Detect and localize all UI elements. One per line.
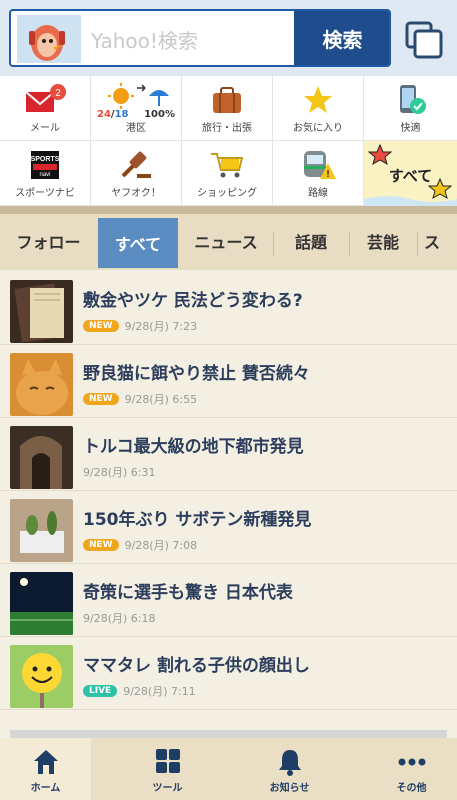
mail-icon: 2 xyxy=(25,84,66,112)
news-thumbnail xyxy=(10,280,73,343)
yahoo-mascot-icon xyxy=(17,15,81,63)
nav-label: その他 xyxy=(396,783,427,794)
news-thumbnail xyxy=(10,572,73,635)
phone-check-icon xyxy=(399,85,426,114)
news-title: ママタレ 割れる子供の顔出し xyxy=(83,656,310,676)
news-thumbnail xyxy=(10,426,73,489)
tool-comfort[interactable]: 快適 xyxy=(364,76,457,141)
grid-icon xyxy=(155,749,180,773)
tool-all-label: すべて xyxy=(388,167,433,185)
weather-icon xyxy=(108,83,169,109)
news-time: 9/28(月) 7:08 xyxy=(124,539,198,552)
tool-shopping[interactable]: ショッピング xyxy=(182,141,273,206)
news-title: 奇策に選手も驚き 日本代表 xyxy=(83,583,293,603)
news-thumbnail xyxy=(10,499,73,562)
tabs-window-icon[interactable] xyxy=(404,20,444,60)
tool-label: 快適 xyxy=(400,123,421,134)
news-title: 敷金やツケ 民法どう変わる? xyxy=(83,291,303,311)
tool-label: スポーツナビ xyxy=(15,188,75,199)
svg-text:!: ! xyxy=(326,169,329,180)
search-box[interactable]: Yahoo!検索 検索 xyxy=(9,9,391,67)
tool-label: お気に入り xyxy=(293,123,343,134)
news-item[interactable]: ママタレ 割れる子供の顔出し LIVE 9/28(月) 7:11 xyxy=(0,637,457,710)
nav-more[interactable]: その他 xyxy=(366,738,457,800)
bottom-nav: ホーム ツール お知らせ その他 xyxy=(0,738,457,800)
nav-label: ツール xyxy=(152,783,183,794)
new-badge: NEW xyxy=(83,539,119,551)
nav-notifications[interactable]: お知らせ xyxy=(244,738,335,800)
news-time: 9/28(月) 6:31 xyxy=(83,466,156,479)
search-input[interactable]: Yahoo!検索 xyxy=(91,25,198,54)
more-icon xyxy=(398,758,425,766)
news-time: 9/28(月) 6:55 xyxy=(124,393,198,406)
tab-sports[interactable]: ス xyxy=(418,220,457,262)
news-list: 敷金やツケ 民法どう変わる? NEW 9/28(月) 7:23 野良猫に餌やり禁… xyxy=(0,272,457,710)
nav-label: ホーム xyxy=(30,783,61,794)
tool-grid: 2 メール 24/18 100% 港区 旅行・出張 お気に入り 快適 SPORT… xyxy=(0,76,457,206)
tab-follow[interactable]: フォロー xyxy=(0,220,97,262)
tool-label: ヤフオク！ xyxy=(111,188,161,199)
news-time: 9/28(月) 7:23 xyxy=(124,320,198,333)
tool-label: 路線 xyxy=(308,188,328,199)
news-thumbnail xyxy=(10,353,73,416)
news-title: 150年ぶり サボテン新種発見 xyxy=(83,510,312,530)
live-badge: LIVE xyxy=(83,685,118,697)
suitcase-icon xyxy=(213,87,241,113)
tool-label: 港区 xyxy=(126,123,146,134)
nav-home[interactable]: ホーム xyxy=(0,738,91,800)
news-time: 9/28(月) 6:18 xyxy=(83,612,156,625)
new-badge: NEW xyxy=(83,393,119,405)
tab-all[interactable]: すべて xyxy=(98,218,178,268)
tool-travel[interactable]: 旅行・出張 xyxy=(182,76,273,141)
tab-entertainment[interactable]: 芸能 xyxy=(350,220,416,262)
header: Yahoo!検索 検索 xyxy=(0,0,457,76)
news-item[interactable]: トルコ最大級の地下都市発見 9/28(月) 6:31 xyxy=(0,418,457,491)
home-icon xyxy=(33,750,58,774)
tool-auction[interactable]: ヤフオク！ xyxy=(91,141,182,206)
svg-text:2: 2 xyxy=(55,88,61,99)
news-item[interactable]: 敷金やツケ 民法どう変わる? NEW 9/28(月) 7:23 xyxy=(0,272,457,345)
search-button[interactable]: 検索 xyxy=(294,11,389,65)
svg-text:SPORTS: SPORTS xyxy=(31,156,60,163)
train-icon: ! xyxy=(304,151,336,180)
tool-all[interactable]: すべて xyxy=(364,141,457,206)
news-time: 9/28(月) 7:11 xyxy=(123,685,196,698)
new-badge: NEW xyxy=(83,320,119,332)
news-item[interactable]: 奇策に選手も驚き 日本代表 9/28(月) 6:18 xyxy=(0,564,457,637)
tool-sportsnavi[interactable]: SPORTS navi スポーツナビ xyxy=(0,141,91,206)
tool-label: ショッピング xyxy=(197,188,257,199)
tool-favorites[interactable]: お気に入り xyxy=(273,76,364,141)
nav-label: お知らせ xyxy=(269,783,310,794)
tool-mail[interactable]: 2 メール xyxy=(0,76,91,141)
tab-topics[interactable]: 話題 xyxy=(274,220,348,262)
news-item[interactable]: 野良猫に餌やり禁止 賛否続々 NEW 9/28(月) 6:55 xyxy=(0,345,457,418)
category-tabs: フォロー すべて ニュース 話題 芸能 ス xyxy=(0,206,457,270)
tool-weather[interactable]: 24/18 100% 港区 xyxy=(91,76,182,141)
svg-text:navi: navi xyxy=(39,172,50,178)
news-title: 野良猫に餌やり禁止 賛否続々 xyxy=(83,364,310,384)
bell-icon xyxy=(278,750,301,776)
news-title: トルコ最大級の地下都市発見 xyxy=(83,437,304,457)
star-icon xyxy=(304,86,332,113)
news-item[interactable]: 150年ぶり サボテン新種発見 NEW 9/28(月) 7:08 xyxy=(0,491,457,564)
tool-label: 旅行・出張 xyxy=(202,123,252,134)
gavel-icon xyxy=(121,151,151,178)
sportsnavi-icon: SPORTS navi xyxy=(31,151,60,179)
tool-transit[interactable]: ! 路線 xyxy=(273,141,364,206)
tool-label: メール xyxy=(30,123,60,134)
cart-icon xyxy=(211,153,244,178)
nav-tools[interactable]: ツール xyxy=(122,738,213,800)
tab-news[interactable]: ニュース xyxy=(180,220,272,262)
news-thumbnail xyxy=(10,645,73,708)
